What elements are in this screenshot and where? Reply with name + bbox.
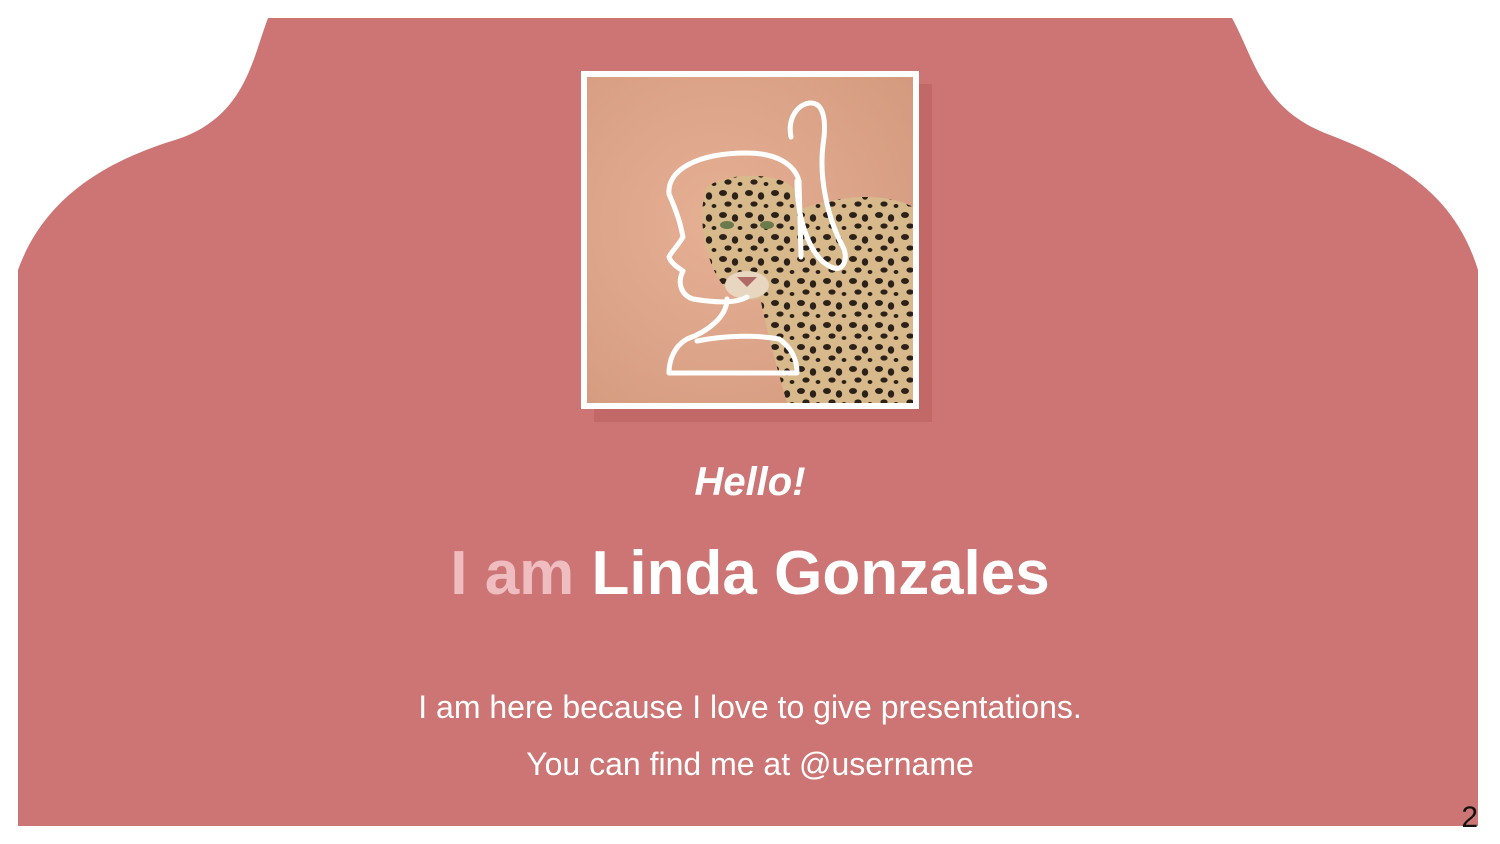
name-heading: I am Linda Gonzales [0, 536, 1500, 612]
presenter-name: Linda Gonzales [591, 539, 1050, 608]
greeting-heading: Hello! [694, 460, 806, 504]
profile-photo-frame [581, 71, 919, 409]
name-prefix: I am [450, 539, 575, 608]
intro-text-line-1: I am here because I love to give present… [418, 689, 1082, 725]
intro-text-line-2: You can find me at @username [526, 746, 974, 782]
page-number: 2 [1461, 801, 1478, 834]
profile-photo [587, 77, 913, 403]
